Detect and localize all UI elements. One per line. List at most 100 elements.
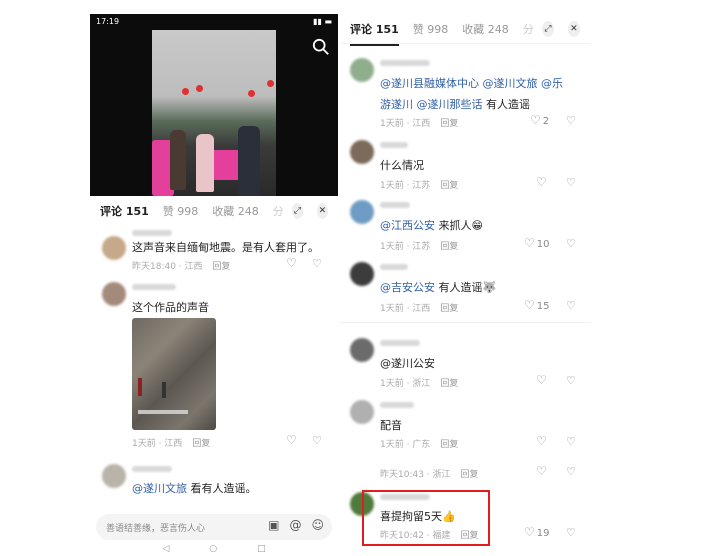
- username-blurred: [132, 284, 176, 290]
- reply-button[interactable]: 回复: [192, 439, 210, 449]
- dislike-icon[interactable]: ♡: [566, 374, 576, 387]
- comment-meta: 1天前 · 广东 回复: [380, 440, 459, 450]
- close-icon[interactable]: ✕: [316, 203, 328, 219]
- at-icon[interactable]: @: [289, 518, 301, 532]
- tab-more[interactable]: 分: [523, 21, 534, 37]
- heart-icon[interactable]: ♡ 10: [524, 236, 550, 250]
- username-blurred: [380, 402, 414, 408]
- comment-text: @江西公安 来抓人😁: [380, 219, 483, 232]
- person: [196, 134, 214, 192]
- dislike-icon[interactable]: ♡: [312, 257, 322, 270]
- left-screenshot: 17:19 ▮▮ ▬ 评论 151 赞 998 收藏 248 分 ⤢ ✕ 这声音…: [90, 14, 338, 556]
- comment-text: 配音: [380, 419, 402, 432]
- comment-tabs: 评论 151 赞 998 收藏 248 分 ⤢ ✕: [90, 196, 338, 226]
- dislike-icon[interactable]: ♡: [312, 434, 322, 447]
- tab-comments[interactable]: 评论 151: [100, 203, 149, 219]
- dislike-icon[interactable]: ♡: [566, 176, 576, 189]
- username-blurred: [380, 142, 408, 148]
- right-screenshot: 评论 151 赞 998 收藏 248 分 ⤢ ✕ @遂川县融媒体中心 @遂川文…: [340, 14, 590, 556]
- avatar[interactable]: [350, 338, 374, 362]
- username-blurred: [380, 264, 408, 270]
- avatar[interactable]: [350, 58, 374, 82]
- comment-text: 这声音来自缅甸地震。是有人套用了。: [132, 241, 319, 254]
- comment-meta: 1天前 · 江苏 回复: [380, 242, 459, 252]
- person: [238, 126, 260, 196]
- comment-meta: 1天前 · 江苏 回复: [380, 181, 459, 191]
- comment-meta: 1天前 · 江西 回复: [132, 439, 211, 449]
- comment-image[interactable]: [132, 318, 216, 430]
- search-icon[interactable]: [312, 38, 330, 56]
- image-icon[interactable]: ▣: [268, 518, 279, 532]
- reply-button[interactable]: 回复: [461, 470, 479, 480]
- avatar[interactable]: [102, 236, 126, 260]
- reply-button[interactable]: 回复: [440, 242, 458, 252]
- heart-icon[interactable]: ♡: [536, 464, 547, 478]
- balloon-icon: [196, 85, 203, 92]
- heart-icon[interactable]: ♡ 19: [524, 525, 550, 539]
- avatar[interactable]: [350, 140, 374, 164]
- comment-text: @吉安公安 有人造谣🐺: [380, 281, 497, 294]
- heart-icon[interactable]: ♡: [536, 175, 547, 189]
- reply-button[interactable]: 回复: [440, 119, 458, 129]
- comment-input-placeholder: 善语结善缘，恶言伤人心: [106, 524, 206, 534]
- tab-likes[interactable]: 赞 998: [163, 203, 199, 219]
- username-blurred: [380, 60, 430, 66]
- tab-comments[interactable]: 评论 151: [350, 21, 399, 46]
- dislike-icon[interactable]: ♡: [566, 526, 576, 539]
- tab-favorites[interactable]: 收藏 248: [462, 21, 509, 37]
- emoji-icon[interactable]: ☺: [311, 518, 324, 532]
- recents-icon[interactable]: □: [257, 544, 266, 556]
- heart-icon[interactable]: ♡: [536, 373, 547, 387]
- tab-more[interactable]: 分: [273, 203, 284, 219]
- avatar[interactable]: [350, 262, 374, 286]
- home-icon[interactable]: ○: [209, 544, 217, 556]
- heart-icon[interactable]: ♡ 15: [524, 298, 550, 312]
- heart-icon[interactable]: ♡ 2: [530, 113, 549, 127]
- heart-icon[interactable]: ♡: [286, 433, 297, 447]
- reply-button[interactable]: 回复: [440, 181, 458, 191]
- dislike-icon[interactable]: ♡: [566, 299, 576, 312]
- balloon-icon: [248, 90, 255, 97]
- heart-icon[interactable]: ♡: [286, 256, 297, 270]
- tab-favorites[interactable]: 收藏 248: [212, 203, 259, 219]
- reply-button[interactable]: 回复: [440, 379, 458, 389]
- system-nav-bar: ◁ ○ □: [90, 544, 338, 556]
- reply-button[interactable]: 回复: [440, 440, 458, 450]
- comment-input[interactable]: 善语结善缘，恶言伤人心 ▣ @ ☺: [96, 514, 332, 540]
- username-blurred: [380, 202, 410, 208]
- reply-button[interactable]: 回复: [440, 304, 458, 314]
- mention-link[interactable]: 游遂川 @遂川那些话: [380, 98, 483, 111]
- comment-meta: 1天前 · 浙江 回复: [380, 379, 459, 389]
- battery-icon: ▮▮ ▬: [313, 17, 332, 26]
- section-divider: [340, 322, 590, 323]
- heart-icon[interactable]: ♡: [536, 434, 547, 448]
- comment-text: 这个作品的声音: [132, 301, 209, 314]
- comment-text: 什么情况: [380, 159, 424, 172]
- dislike-icon[interactable]: ♡: [566, 465, 576, 478]
- video-frame: [152, 30, 276, 196]
- avatar[interactable]: [102, 282, 126, 306]
- status-time: 17:19: [96, 17, 120, 26]
- dislike-icon[interactable]: ♡: [566, 237, 576, 250]
- reply-button[interactable]: 回复: [213, 262, 231, 272]
- comment-text[interactable]: @遂川县融媒体中心 @遂川文旅 @乐: [380, 75, 563, 91]
- comment-text: 游遂川 @遂川那些话 有人造谣: [380, 98, 530, 111]
- expand-icon[interactable]: ⤢: [541, 20, 554, 37]
- mention-link[interactable]: @江西公安: [380, 219, 435, 232]
- balloon-icon: [267, 80, 274, 87]
- close-icon[interactable]: ✕: [567, 20, 580, 37]
- highlight-box: [362, 490, 490, 546]
- avatar[interactable]: [350, 400, 374, 424]
- video-player[interactable]: 17:19 ▮▮ ▬: [90, 14, 338, 196]
- expand-icon[interactable]: ⤢: [291, 203, 303, 219]
- dislike-icon[interactable]: ♡: [566, 114, 576, 127]
- back-icon[interactable]: ◁: [162, 544, 169, 556]
- avatar[interactable]: [102, 464, 126, 488]
- tab-likes[interactable]: 赞 998: [413, 21, 449, 37]
- mention-link[interactable]: @吉安公安: [380, 281, 435, 294]
- dislike-icon[interactable]: ♡: [566, 435, 576, 448]
- comment-meta: 昨天10:43 · 浙江 回复: [380, 470, 479, 480]
- avatar[interactable]: [350, 200, 374, 224]
- mention-link[interactable]: @遂川文旅: [132, 482, 187, 495]
- comment-sheet: 评论 151 赞 998 收藏 248 分 ⤢ ✕ 这声音来自缅甸地震。是有人套…: [90, 196, 338, 556]
